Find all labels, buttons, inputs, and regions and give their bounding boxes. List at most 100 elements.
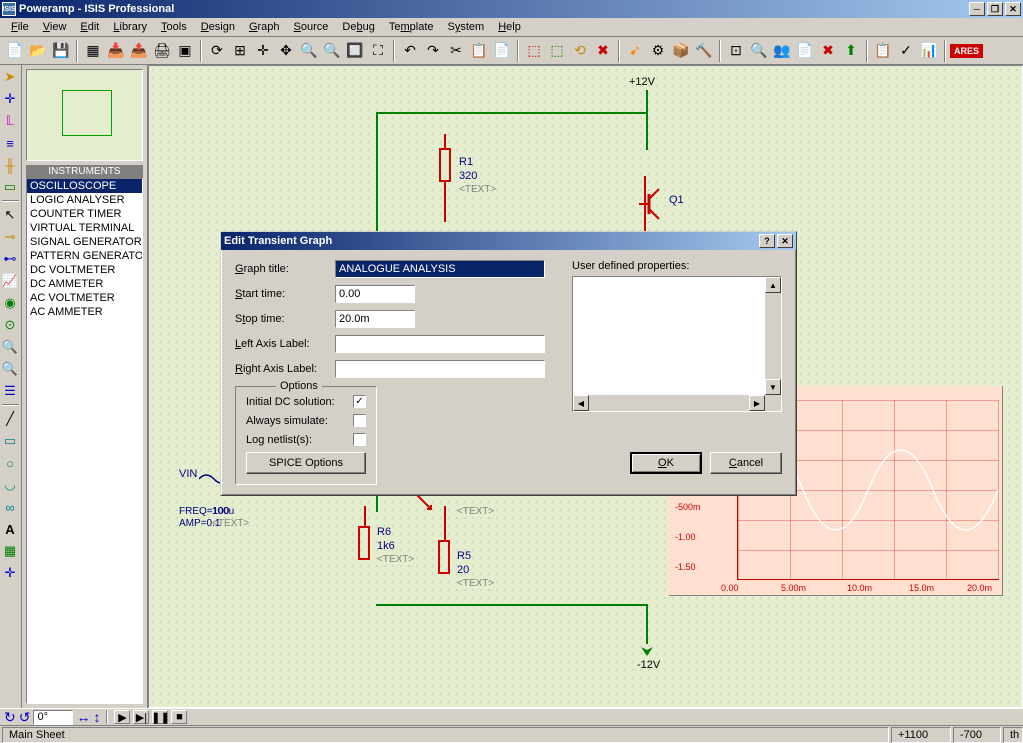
menu-template[interactable]: Template [382, 19, 441, 35]
minimize-button[interactable]: ─ [969, 2, 985, 16]
mirror-v-button[interactable]: ↕ [93, 709, 100, 725]
step-button[interactable]: ▶| [133, 710, 149, 724]
junction-mode-button[interactable]: ✛ [0, 89, 20, 109]
script-mode-button[interactable]: ≡ [0, 133, 20, 153]
block-rotate-button[interactable]: ⟲ [569, 40, 591, 62]
instruments-list[interactable]: OSCILLOSCOPE LOGIC ANALYSER COUNTER TIME… [26, 178, 143, 704]
dialog-close-button[interactable]: ✕ [777, 234, 793, 248]
wire-autoroute-button[interactable]: ⊡ [725, 40, 747, 62]
close-button[interactable]: ✕ [1005, 2, 1021, 16]
menu-file[interactable]: File [4, 19, 36, 35]
origin-button[interactable]: ✛ [252, 40, 274, 62]
tape-mode-button[interactable]: ◉ [0, 293, 20, 313]
user-props-textarea[interactable]: ▲ ▼ ◀ ▶ [572, 276, 782, 412]
undo-button[interactable]: ↶ [399, 40, 421, 62]
menu-design[interactable]: Design [194, 19, 242, 35]
text-mode-button[interactable]: A [0, 519, 20, 539]
ok-button[interactable]: OK [630, 452, 702, 474]
make-device-button[interactable]: ⚙ [647, 40, 669, 62]
scroll-right-button[interactable]: ▶ [749, 395, 765, 411]
menu-library[interactable]: Library [106, 19, 154, 35]
zoom-all-button[interactable]: 🔲 [344, 40, 366, 62]
exit-parent-button[interactable]: ⬆ [840, 40, 862, 62]
remove-sheet-button[interactable]: ✖ [817, 40, 839, 62]
marker-mode-button[interactable]: ✛ [0, 563, 20, 583]
menu-tools[interactable]: Tools [154, 19, 194, 35]
list-item[interactable]: AC VOLTMETER [27, 291, 142, 305]
menu-view[interactable]: View [36, 19, 74, 35]
instrument-mode-button[interactable]: ☰ [0, 381, 20, 401]
scroll-up-button[interactable]: ▲ [765, 277, 781, 293]
angle-input[interactable] [33, 710, 73, 725]
log-netlist-checkbox[interactable] [353, 433, 366, 446]
list-item[interactable]: COUNTER TIMER [27, 207, 142, 221]
subcircuit-mode-button[interactable]: ▭ [0, 177, 20, 197]
list-item[interactable]: DC VOLTMETER [27, 263, 142, 277]
search-button[interactable]: 🔍 [748, 40, 770, 62]
initial-dc-checkbox[interactable]: ✓ [353, 395, 366, 408]
scroll-left-button[interactable]: ◀ [573, 395, 589, 411]
package-button[interactable]: 📦 [670, 40, 692, 62]
pause-button[interactable]: ❚❚ [152, 710, 168, 724]
spice-options-button[interactable]: SPICE Options [246, 452, 366, 474]
cut-button[interactable]: ✂ [445, 40, 467, 62]
graph-title-input[interactable] [335, 260, 545, 278]
line-mode-button[interactable]: ╱ [0, 409, 20, 429]
start-time-input[interactable] [335, 285, 415, 303]
probe-i-button[interactable]: 🔍 [0, 359, 20, 379]
resistor-r5[interactable] [438, 540, 450, 574]
open-button[interactable]: 📂 [27, 40, 49, 62]
new-sheet-button[interactable]: 📄 [794, 40, 816, 62]
grid-button[interactable]: ⊞ [229, 40, 251, 62]
list-item[interactable]: OSCILLOSCOPE [27, 179, 142, 193]
menu-debug[interactable]: Debug [335, 19, 381, 35]
play-button[interactable]: ▶ [114, 710, 130, 724]
list-item[interactable]: AC AMMETER [27, 305, 142, 319]
new-button[interactable]: 📄 [4, 40, 26, 62]
right-axis-input[interactable] [335, 360, 545, 378]
label-mode-button[interactable]: 𝕃 [0, 111, 20, 131]
dialog-help-button[interactable]: ? [759, 234, 775, 248]
maximize-button[interactable]: ❐ [987, 2, 1003, 16]
menu-edit[interactable]: Edit [73, 19, 106, 35]
path-mode-button[interactable]: ∞ [0, 497, 20, 517]
overview-preview[interactable] [26, 69, 143, 161]
pin-mode-button[interactable]: ⊷ [0, 249, 20, 269]
netlist-button[interactable]: 📊 [918, 40, 940, 62]
always-simulate-checkbox[interactable] [353, 414, 366, 427]
block-copy-button[interactable]: ⬚ [523, 40, 545, 62]
rotate-ccw-button[interactable]: ↺ [19, 709, 31, 726]
menu-source[interactable]: Source [287, 19, 336, 35]
bom-button[interactable]: 📋 [872, 40, 894, 62]
generator-mode-button[interactable]: ⊙ [0, 315, 20, 335]
rotate-cw-button[interactable]: ↻ [4, 709, 16, 726]
component-mode-button[interactable]: ➤ [0, 67, 20, 87]
print-button[interactable]: 🖨 [151, 40, 173, 62]
pan-button[interactable]: ✥ [275, 40, 297, 62]
symbol-mode-button[interactable]: ▦ [0, 541, 20, 561]
erc-button[interactable]: ✓ [895, 40, 917, 62]
paste-button[interactable]: 📄 [491, 40, 513, 62]
export-button[interactable]: 📤 [128, 40, 150, 62]
resistor-r1[interactable] [439, 148, 451, 182]
save-button[interactable]: 💾 [50, 40, 72, 62]
menu-graph[interactable]: Graph [242, 19, 287, 35]
block-move-button[interactable]: ⬚ [546, 40, 568, 62]
print-area-button[interactable]: ▦ [82, 40, 104, 62]
list-item[interactable]: DC AMMETER [27, 277, 142, 291]
bus-mode-button[interactable]: ╫ [0, 155, 20, 175]
property-button[interactable]: 👥 [771, 40, 793, 62]
cancel-button[interactable]: Cancel [710, 452, 782, 474]
dialog-titlebar[interactable]: Edit Transient Graph ? ✕ [221, 232, 796, 250]
list-item[interactable]: SIGNAL GENERATOR [27, 235, 142, 249]
copy-button[interactable]: 📋 [468, 40, 490, 62]
left-axis-input[interactable] [335, 335, 545, 353]
arc-mode-button[interactable]: ◡ [0, 475, 20, 495]
list-item[interactable]: LOGIC ANALYSER [27, 193, 142, 207]
graph-mode-button[interactable]: 📈 [0, 271, 20, 291]
terminal-mode-button[interactable]: ⊸ [0, 227, 20, 247]
import-button[interactable]: 📥 [105, 40, 127, 62]
decompose-button[interactable]: 🔨 [693, 40, 715, 62]
selection-mode-button[interactable]: ↖ [0, 205, 20, 225]
box-mode-button[interactable]: ▭ [0, 431, 20, 451]
